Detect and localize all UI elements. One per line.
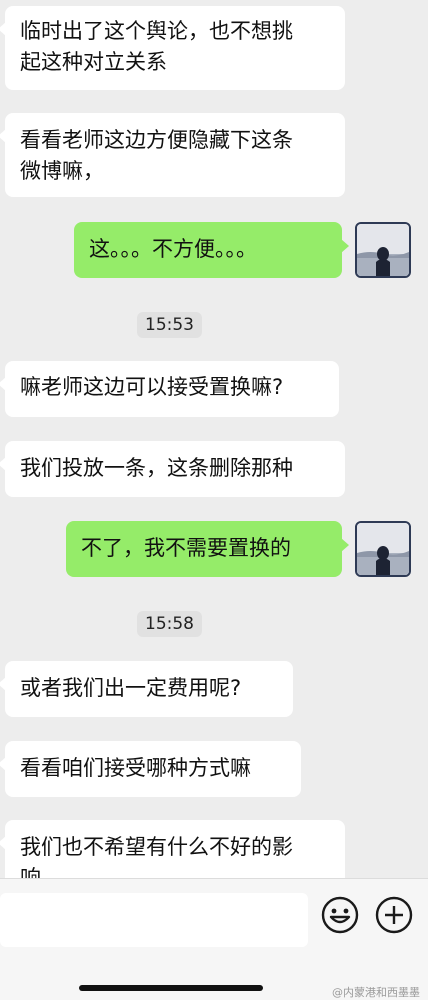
- message-input[interactable]: [0, 893, 308, 947]
- message-bubble[interactable]: 看看咱们接受哪种方式嘛: [0, 741, 301, 797]
- message-bubble[interactable]: 看看老师这边方便隐藏下这条 微博嘛，: [0, 113, 345, 197]
- message-bubble[interactable]: 嘛老师这边可以接受置换嘛?: [0, 361, 339, 417]
- message-bubble[interactable]: 我们也不希望有什么不好的影 响，: [0, 820, 345, 878]
- timestamp: 15:58: [137, 611, 202, 637]
- home-indicator: [79, 985, 263, 991]
- avatar[interactable]: [355, 521, 411, 577]
- timestamp: 15:53: [137, 312, 202, 338]
- message-bubble[interactable]: 临时出了这个舆论，也不想挑 起这种对立关系: [0, 6, 345, 90]
- plus-icon: [375, 896, 413, 934]
- message-bubble-sent[interactable]: 这。。。不方便。。。: [74, 222, 349, 278]
- avatar-photo: [357, 523, 409, 575]
- emoji-icon: [321, 896, 359, 934]
- input-bar: @内蒙港和西墨墨: [0, 878, 428, 1000]
- message-bubble[interactable]: 或者我们出一定费用呢?: [0, 661, 293, 717]
- emoji-button[interactable]: [321, 896, 359, 934]
- message-bubble-sent[interactable]: 不了，我不需要置换的: [66, 521, 349, 577]
- message-bubble[interactable]: 我们投放一条，这条删除那种: [0, 441, 345, 497]
- avatar[interactable]: [355, 222, 411, 278]
- avatar-photo: [357, 224, 409, 276]
- chat-area: 临时出了这个舆论，也不想挑 起这种对立关系 看看老师这边方便隐藏下这条 微博嘛，…: [0, 0, 428, 878]
- watermark: @内蒙港和西墨墨: [332, 986, 420, 999]
- more-button[interactable]: [375, 896, 413, 934]
